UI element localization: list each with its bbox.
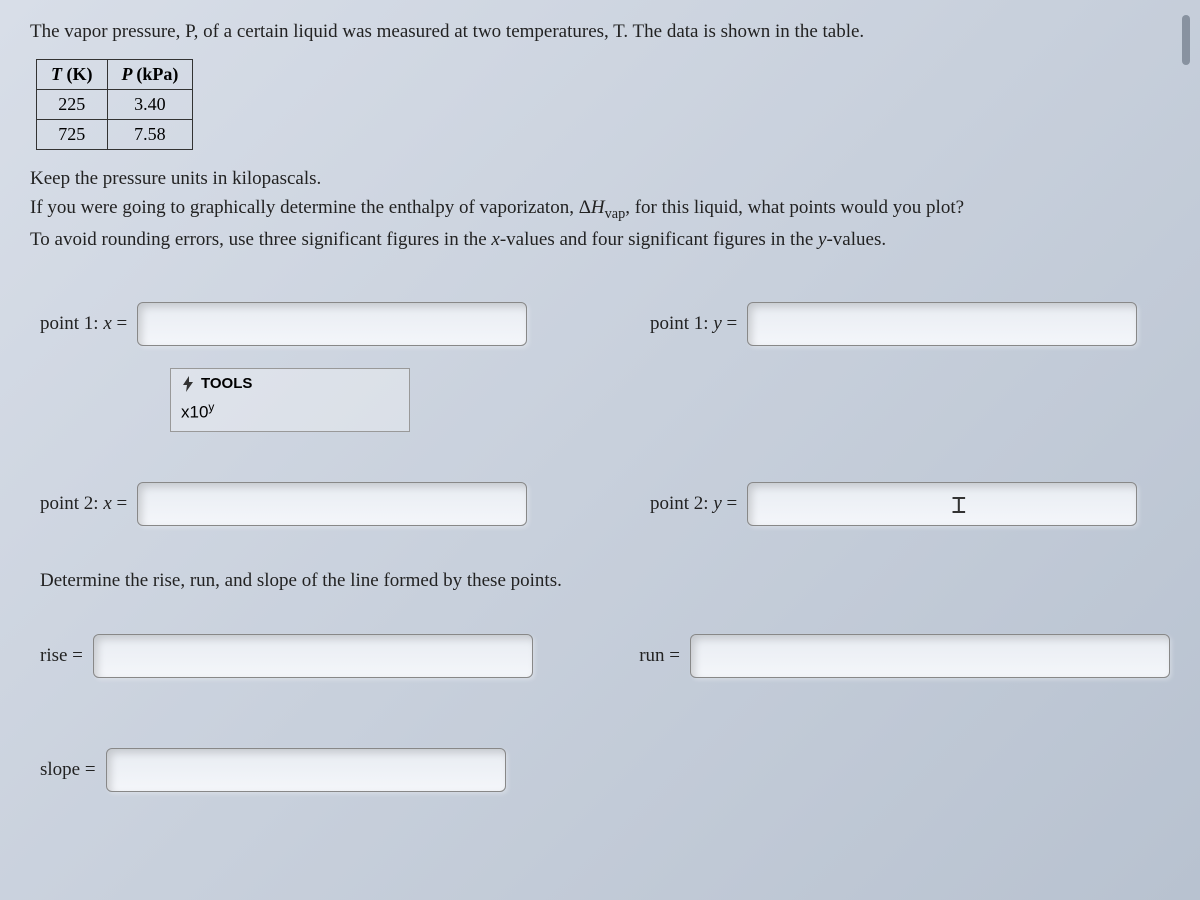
rise-label: rise =: [40, 645, 83, 667]
instr-h: H: [591, 197, 605, 218]
instr-x: x: [491, 229, 499, 250]
point1-row: point 1: x = point 1: y =: [40, 302, 1170, 346]
instr-line2a: If you were going to graphically determi…: [30, 197, 591, 218]
slope-label: slope =: [40, 759, 96, 781]
header-t: T (K): [37, 59, 108, 89]
tools-sci-notation-button[interactable]: x10y: [171, 398, 409, 431]
data-table: T (K) P (kPa) 225 3.40 725 7.58: [36, 59, 193, 150]
point1-x-input[interactable]: [137, 302, 527, 346]
instr-line3b: -values and four significant figures in …: [500, 229, 818, 250]
rise-run-row: rise = run =: [40, 634, 1170, 678]
tools-panel: TOOLS x10y: [170, 368, 410, 432]
cell-t2: 725: [37, 119, 108, 149]
cell-p2: 7.58: [107, 119, 193, 149]
run-input[interactable]: [690, 634, 1170, 678]
instructions: Keep the pressure units in kilopascals. …: [30, 164, 1170, 255]
tools-title: TOOLS: [201, 375, 252, 392]
intro-text: The vapor pressure, P, of a certain liqu…: [30, 21, 864, 42]
bolt-icon: [181, 376, 195, 392]
instr-line1: Keep the pressure units in kilopascals.: [30, 168, 321, 189]
instr-line3a: To avoid rounding errors, use three sign…: [30, 229, 491, 250]
point2-y-label: point 2: y =: [650, 493, 737, 515]
section-rise-run-slope: Determine the rise, run, and slope of th…: [40, 570, 1170, 592]
run-label: run =: [639, 645, 680, 667]
question-intro: The vapor pressure, P, of a certain liqu…: [30, 18, 1170, 47]
rise-run-section: rise = run = slope =: [40, 634, 1170, 792]
point1-x-label: point 1: x =: [40, 313, 127, 335]
rise-input[interactable]: [93, 634, 533, 678]
cell-t1: 225: [37, 89, 108, 119]
table-header-row: T (K) P (kPa): [37, 59, 193, 89]
point1-y-input[interactable]: [747, 302, 1137, 346]
instr-sub: vap: [605, 206, 626, 222]
table-row: 725 7.58: [37, 119, 193, 149]
cell-p1: 3.40: [107, 89, 193, 119]
slope-input[interactable]: [106, 748, 506, 792]
table-row: 225 3.40: [37, 89, 193, 119]
instr-line3c: -values.: [826, 229, 886, 250]
point2-x-input[interactable]: [137, 482, 527, 526]
points-section: point 1: x = point 1: y = TOOLS x10y poi…: [40, 302, 1170, 526]
point1-y-label: point 1: y =: [650, 313, 737, 335]
point2-y-input[interactable]: [747, 482, 1137, 526]
header-p: P (kPa): [107, 59, 193, 89]
point2-x-label: point 2: x =: [40, 493, 127, 515]
point2-row: point 2: x = point 2: y =: [40, 482, 1170, 526]
tools-header: TOOLS: [171, 369, 409, 398]
instr-line2b: , for this liquid, what points would you…: [625, 197, 964, 218]
slope-row: slope =: [40, 748, 1170, 792]
